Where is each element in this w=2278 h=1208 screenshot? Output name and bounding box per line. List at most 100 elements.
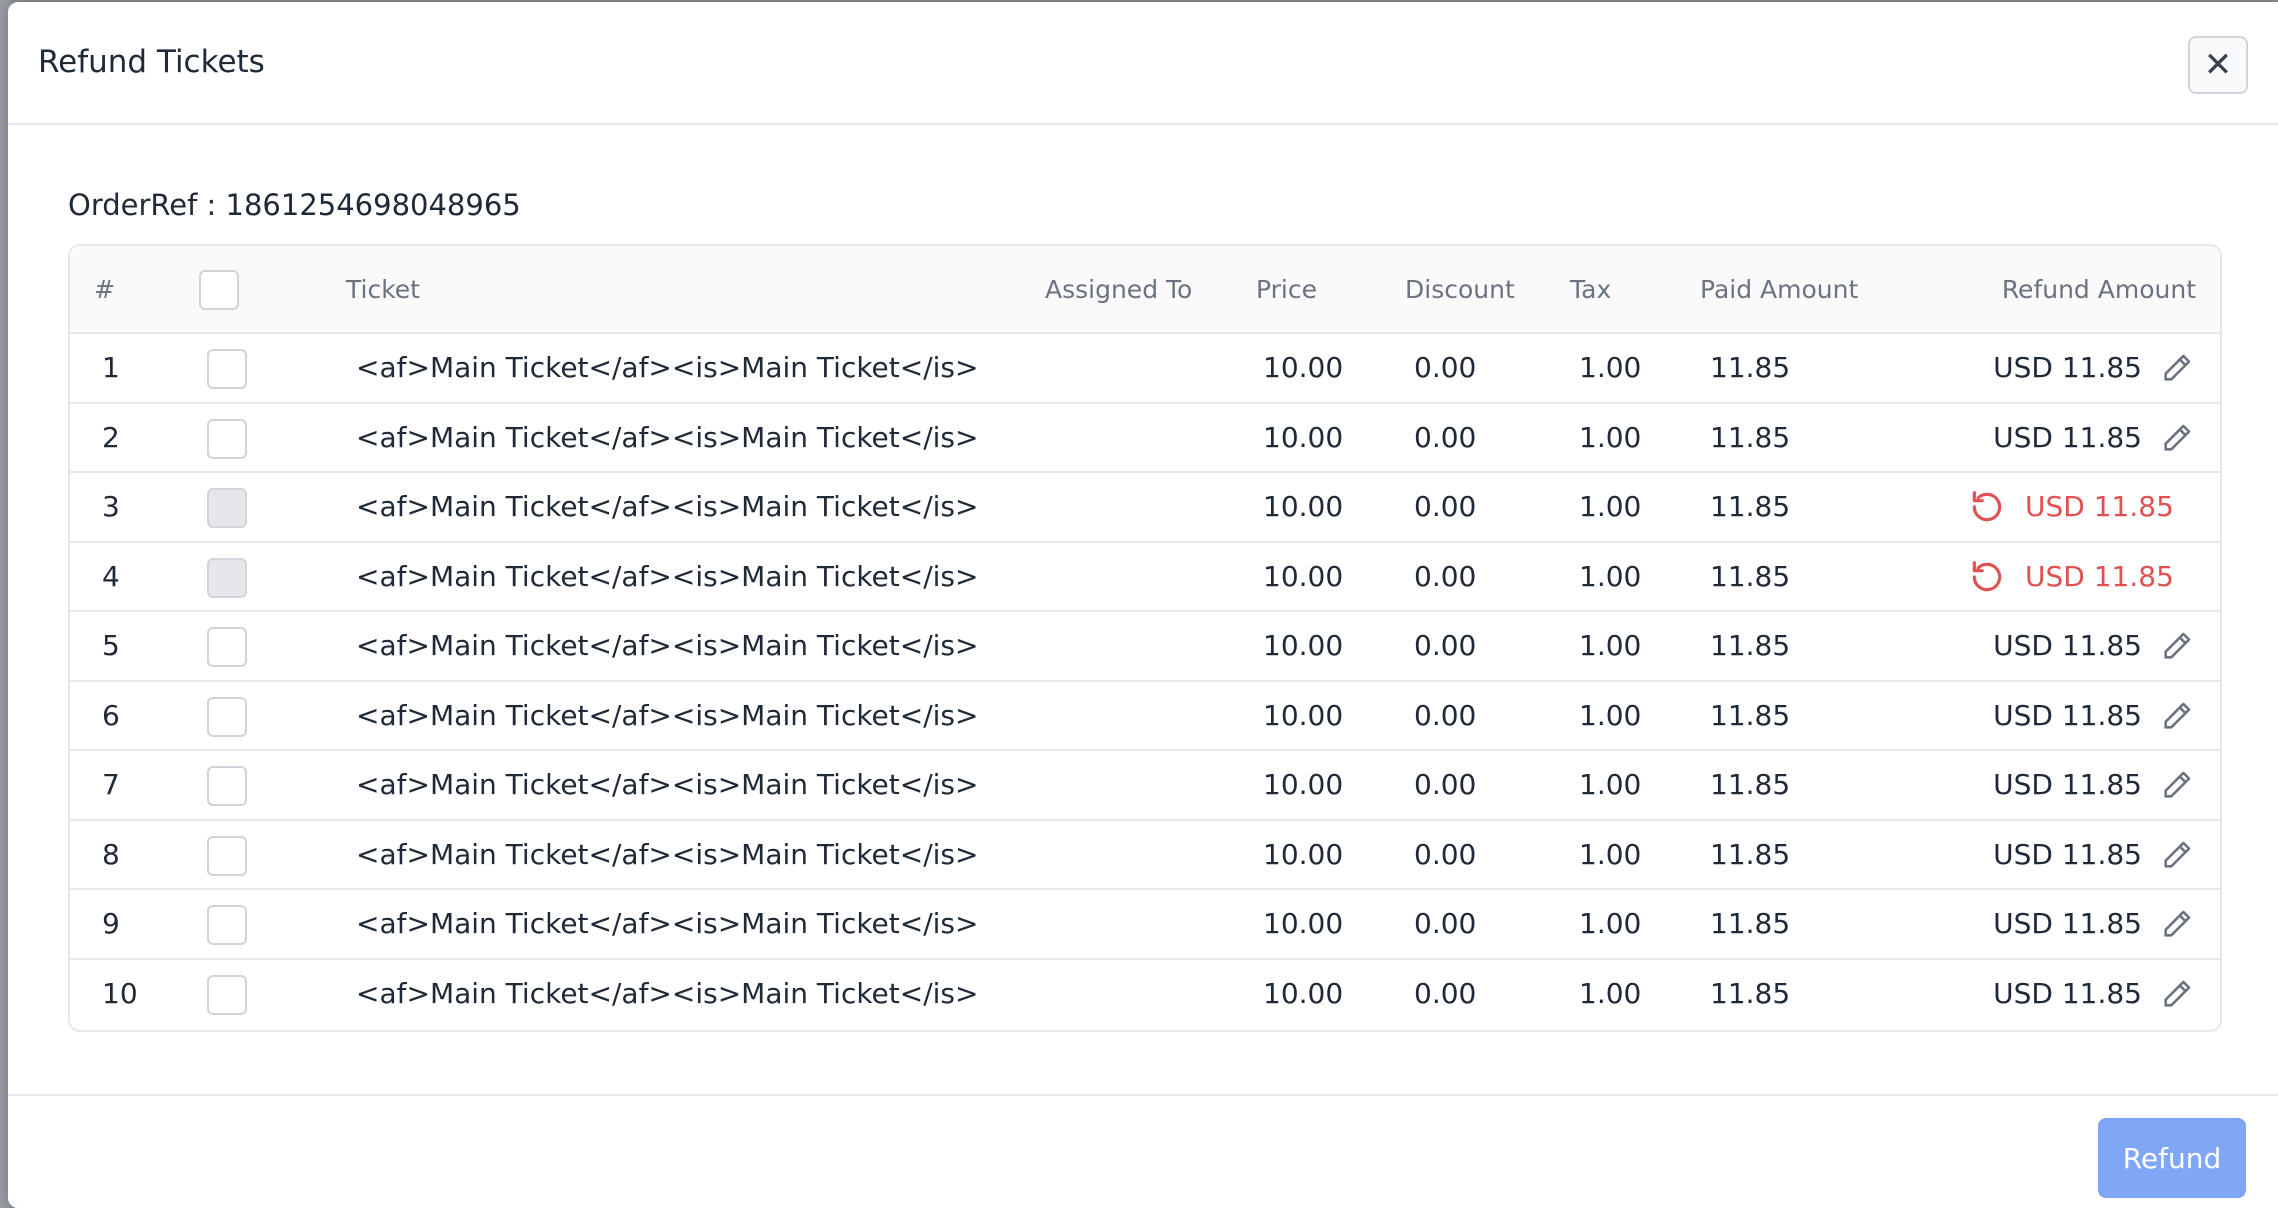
refund-amount: USD 11.85 xyxy=(1993,976,2142,1010)
row-checkbox[interactable] xyxy=(207,627,247,667)
ticket-name: <af>Main Ticket</af><is>Main Ticket</is> xyxy=(356,420,979,454)
tax: 1.00 xyxy=(1579,351,1642,384)
header-index: # xyxy=(94,275,115,304)
discount: 0.00 xyxy=(1414,907,1477,940)
price: 10.00 xyxy=(1263,837,1344,871)
tax: 1.00 xyxy=(1579,629,1642,662)
price: 10.00 xyxy=(1263,976,1344,1010)
paid-amount: 11.85 xyxy=(1710,907,1791,940)
undo-icon xyxy=(1968,558,2006,600)
table-row: 4 <af>Main Ticket</af><is>Main Ticket</is… xyxy=(70,543,2220,612)
row-number: 10 xyxy=(102,976,138,1010)
refund-button[interactable]: Refund xyxy=(2098,1118,2246,1198)
pencil-icon[interactable] xyxy=(2160,629,2194,667)
pencil-icon[interactable] xyxy=(2160,838,2194,876)
pencil-icon[interactable] xyxy=(2160,699,2194,737)
discount: 0.00 xyxy=(1414,490,1477,523)
pencil-icon[interactable] xyxy=(2160,351,2194,389)
tax: 1.00 xyxy=(1579,698,1642,732)
header-refund-amount: Refund Amount xyxy=(2001,275,2196,304)
discount: 0.00 xyxy=(1414,351,1477,384)
pencil-icon[interactable] xyxy=(2160,421,2194,459)
row-checkbox xyxy=(207,557,247,598)
refund-amount: USD 11.85 xyxy=(1993,698,2142,732)
modal-title: Refund Tickets xyxy=(38,44,265,80)
paid-amount: 11.85 xyxy=(1710,837,1791,871)
ticket-name: <af>Main Ticket</af><is>Main Ticket</is> xyxy=(356,629,979,662)
paid-amount: 11.85 xyxy=(1710,768,1791,801)
close-button[interactable]: ✕ xyxy=(2188,36,2248,94)
discount: 0.00 xyxy=(1414,768,1477,801)
paid-amount: 11.85 xyxy=(1710,698,1791,732)
price: 10.00 xyxy=(1263,698,1344,732)
tax: 1.00 xyxy=(1579,420,1642,454)
row-number: 6 xyxy=(102,698,120,732)
row-checkbox[interactable] xyxy=(207,766,247,806)
paid-amount: 11.85 xyxy=(1710,629,1791,662)
price: 10.00 xyxy=(1263,490,1344,523)
discount: 0.00 xyxy=(1414,976,1477,1010)
price: 10.00 xyxy=(1263,559,1344,593)
row-number: 1 xyxy=(102,351,120,384)
discount: 0.00 xyxy=(1414,698,1477,732)
refund-amount: USD 11.85 xyxy=(1993,907,2142,940)
row-number: 2 xyxy=(102,420,120,454)
tax: 1.00 xyxy=(1579,768,1642,801)
row-checkbox[interactable] xyxy=(207,905,247,945)
paid-amount: 11.85 xyxy=(1710,420,1791,454)
price: 10.00 xyxy=(1263,351,1344,384)
discount: 0.00 xyxy=(1414,837,1477,871)
ticket-name: <af>Main Ticket</af><is>Main Ticket</is> xyxy=(356,907,979,940)
refund-amount: USD 11.85 xyxy=(1993,768,2142,801)
discount: 0.00 xyxy=(1414,559,1477,593)
tax: 1.00 xyxy=(1579,490,1642,523)
header-price: Price xyxy=(1256,275,1317,304)
tax: 1.00 xyxy=(1579,907,1642,940)
row-checkbox[interactable] xyxy=(207,696,247,737)
pencil-icon[interactable] xyxy=(2160,768,2194,806)
refund-amount: USD 11.85 xyxy=(2025,490,2174,523)
row-number: 5 xyxy=(102,629,120,662)
table-row: 9 <af>Main Ticket</af><is>Main Ticket</is… xyxy=(70,890,2220,960)
ticket-name: <af>Main Ticket</af><is>Main Ticket</is> xyxy=(356,768,979,801)
tickets-table: # Ticket Assigned To Price Discount Tax … xyxy=(68,244,2222,1032)
ticket-name: <af>Main Ticket</af><is>Main Ticket</is> xyxy=(356,559,979,593)
table-header: # Ticket Assigned To Price Discount Tax … xyxy=(70,246,2220,334)
row-checkbox xyxy=(207,488,247,528)
row-number: 9 xyxy=(102,907,120,940)
header-paid-amount: Paid Amount xyxy=(1700,275,1859,304)
discount: 0.00 xyxy=(1414,629,1477,662)
tax: 1.00 xyxy=(1579,976,1642,1010)
close-icon: ✕ xyxy=(2203,46,2233,84)
paid-amount: 11.85 xyxy=(1710,351,1791,384)
refund-amount: USD 11.85 xyxy=(1993,351,2142,384)
table-row: 6 <af>Main Ticket</af><is>Main Ticket</is… xyxy=(70,682,2220,751)
row-checkbox[interactable] xyxy=(207,974,247,1015)
modal-header: Refund Tickets ✕ xyxy=(8,2,2278,125)
pencil-icon[interactable] xyxy=(2160,977,2194,1015)
order-ref: OrderRef : 1861254698048965 xyxy=(68,188,521,222)
price: 10.00 xyxy=(1263,629,1344,662)
table-row: 10 <af>Main Ticket</af><is>Main Ticket</i… xyxy=(70,960,2220,1030)
refund-amount: USD 11.85 xyxy=(1993,629,2142,662)
header-assigned-to: Assigned To xyxy=(1045,275,1193,304)
ticket-name: <af>Main Ticket</af><is>Main Ticket</is> xyxy=(356,698,979,732)
table-row: 3 <af>Main Ticket</af><is>Main Ticket</is… xyxy=(70,473,2220,543)
row-checkbox[interactable] xyxy=(207,835,247,876)
modal-footer: Refund xyxy=(8,1094,2278,1208)
row-number: 4 xyxy=(102,559,120,593)
table-row: 5 <af>Main Ticket</af><is>Main Ticket</is… xyxy=(70,612,2220,682)
refund-amount: USD 11.85 xyxy=(2025,559,2174,593)
row-number: 7 xyxy=(102,768,120,801)
header-ticket: Ticket xyxy=(346,275,420,304)
price: 10.00 xyxy=(1263,907,1344,940)
table-row: 2 <af>Main Ticket</af><is>Main Ticket</is… xyxy=(70,404,2220,473)
refund-tickets-modal: Refund Tickets ✕ OrderRef : 186125469804… xyxy=(8,2,2278,1208)
price: 10.00 xyxy=(1263,768,1344,801)
refund-amount: USD 11.85 xyxy=(1993,420,2142,454)
row-checkbox[interactable] xyxy=(207,349,247,389)
pencil-icon[interactable] xyxy=(2160,907,2194,945)
select-all-checkbox[interactable] xyxy=(199,270,239,310)
header-discount: Discount xyxy=(1405,275,1515,304)
row-checkbox[interactable] xyxy=(207,418,247,459)
